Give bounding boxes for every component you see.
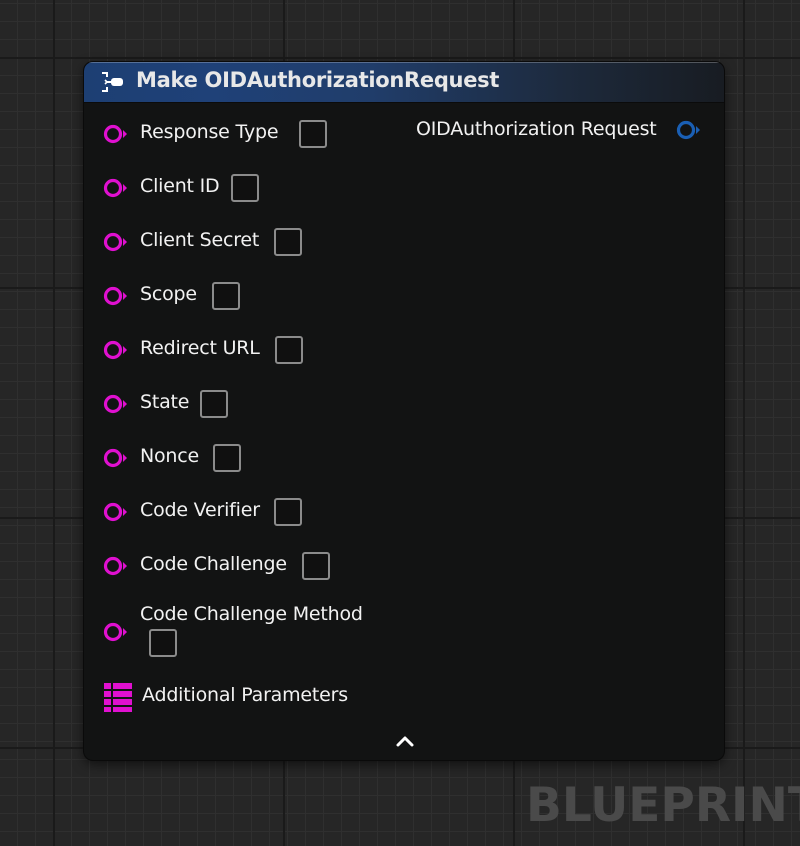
response-type-input[interactable]: [299, 120, 327, 148]
node-header[interactable]: Make OIDAuthorizationRequest: [84, 62, 724, 103]
code-verifier-input[interactable]: [274, 498, 302, 526]
pin-label-code-challenge-method: Code Challenge Method: [140, 603, 363, 625]
code-challenge-input[interactable]: [302, 552, 330, 580]
string-pin-icon[interactable]: [103, 621, 129, 643]
make-struct-node[interactable]: Make OIDAuthorizationRequest OIDAuthoriz…: [84, 62, 724, 760]
string-pin-icon[interactable]: [103, 393, 129, 415]
string-pin-icon[interactable]: [103, 177, 129, 199]
map-pin-icon[interactable]: [103, 682, 133, 712]
string-pin-icon[interactable]: [103, 123, 129, 145]
pin-label-scope: Scope: [140, 283, 197, 305]
string-pin-icon[interactable]: [103, 285, 129, 307]
struct-pin-icon[interactable]: [676, 119, 702, 141]
string-pin-icon[interactable]: [103, 555, 129, 577]
pin-label-nonce: Nonce: [140, 445, 200, 467]
pin-label-client-id: Client ID: [140, 175, 220, 197]
pin-label-code-verifier: Code Verifier: [140, 499, 260, 521]
string-pin-icon[interactable]: [103, 447, 129, 469]
pin-label-additional-parameters: Additional Parameters: [142, 684, 348, 706]
pin-label-redirect-url: Redirect URL: [140, 337, 260, 359]
client-id-input[interactable]: [231, 174, 259, 202]
chevron-up-icon[interactable]: [395, 734, 415, 748]
nonce-input[interactable]: [213, 444, 241, 472]
string-pin-icon[interactable]: [103, 501, 129, 523]
output-pin-label: OIDAuthorization Request: [416, 118, 657, 140]
pin-label-code-challenge: Code Challenge: [140, 553, 287, 575]
state-input[interactable]: [200, 390, 228, 418]
pin-label-response-type: Response Type: [140, 121, 279, 143]
pin-label-client-secret: Client Secret: [140, 229, 260, 251]
code-challenge-method-input[interactable]: [149, 629, 177, 657]
redirect-url-input[interactable]: [275, 336, 303, 364]
client-secret-input[interactable]: [274, 228, 302, 256]
make-struct-icon: [102, 72, 123, 92]
string-pin-icon[interactable]: [103, 339, 129, 361]
string-pin-icon[interactable]: [103, 231, 129, 253]
pin-label-state: State: [140, 391, 190, 413]
node-title: Make OIDAuthorizationRequest: [136, 68, 500, 92]
scope-input[interactable]: [212, 282, 240, 310]
blueprint-watermark: BLUEPRINT: [526, 778, 800, 833]
